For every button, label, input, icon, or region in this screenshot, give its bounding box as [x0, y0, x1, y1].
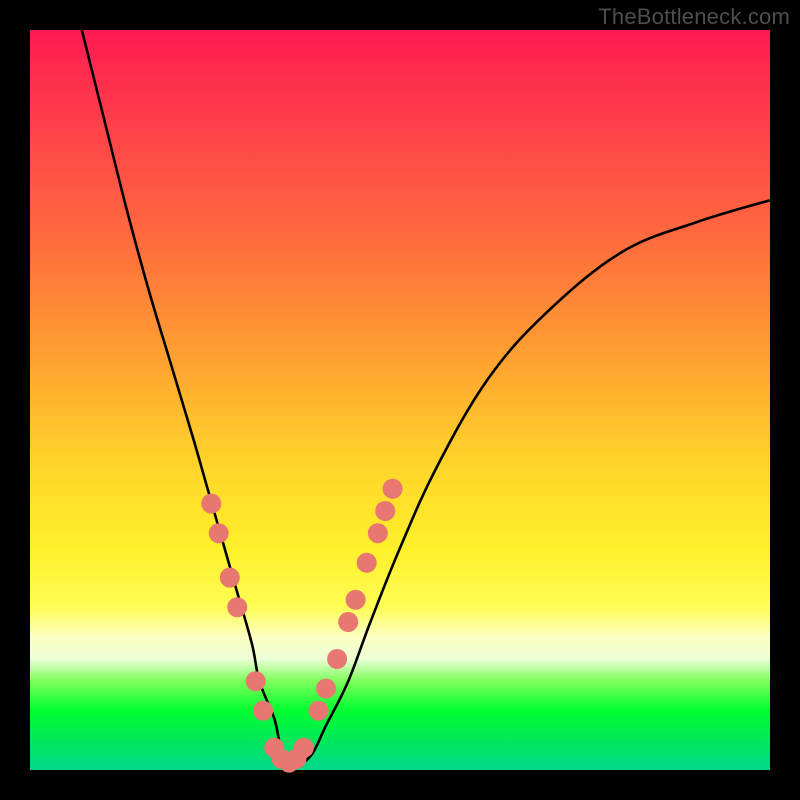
highlight-dot: [316, 679, 336, 699]
curve-svg: [30, 30, 770, 770]
highlight-dot: [383, 479, 403, 499]
bottleneck-curve-path: [82, 30, 770, 763]
highlight-dot: [227, 597, 247, 617]
highlight-dot: [368, 523, 388, 543]
bottleneck-curve: [82, 30, 770, 763]
chart-frame: TheBottleneck.com: [0, 0, 800, 800]
highlight-dots: [201, 479, 402, 773]
highlight-dot: [357, 553, 377, 573]
highlight-dot: [375, 501, 395, 521]
highlight-dot: [246, 671, 266, 691]
highlight-dot: [220, 568, 240, 588]
highlight-dot: [253, 701, 273, 721]
highlight-dot: [294, 738, 314, 758]
highlight-dot: [209, 523, 229, 543]
highlight-dot: [346, 590, 366, 610]
plot-area: [30, 30, 770, 770]
highlight-dot: [309, 701, 329, 721]
highlight-dot: [201, 494, 221, 514]
highlight-dot: [338, 612, 358, 632]
watermark-text: TheBottleneck.com: [598, 4, 790, 30]
highlight-dot: [327, 649, 347, 669]
